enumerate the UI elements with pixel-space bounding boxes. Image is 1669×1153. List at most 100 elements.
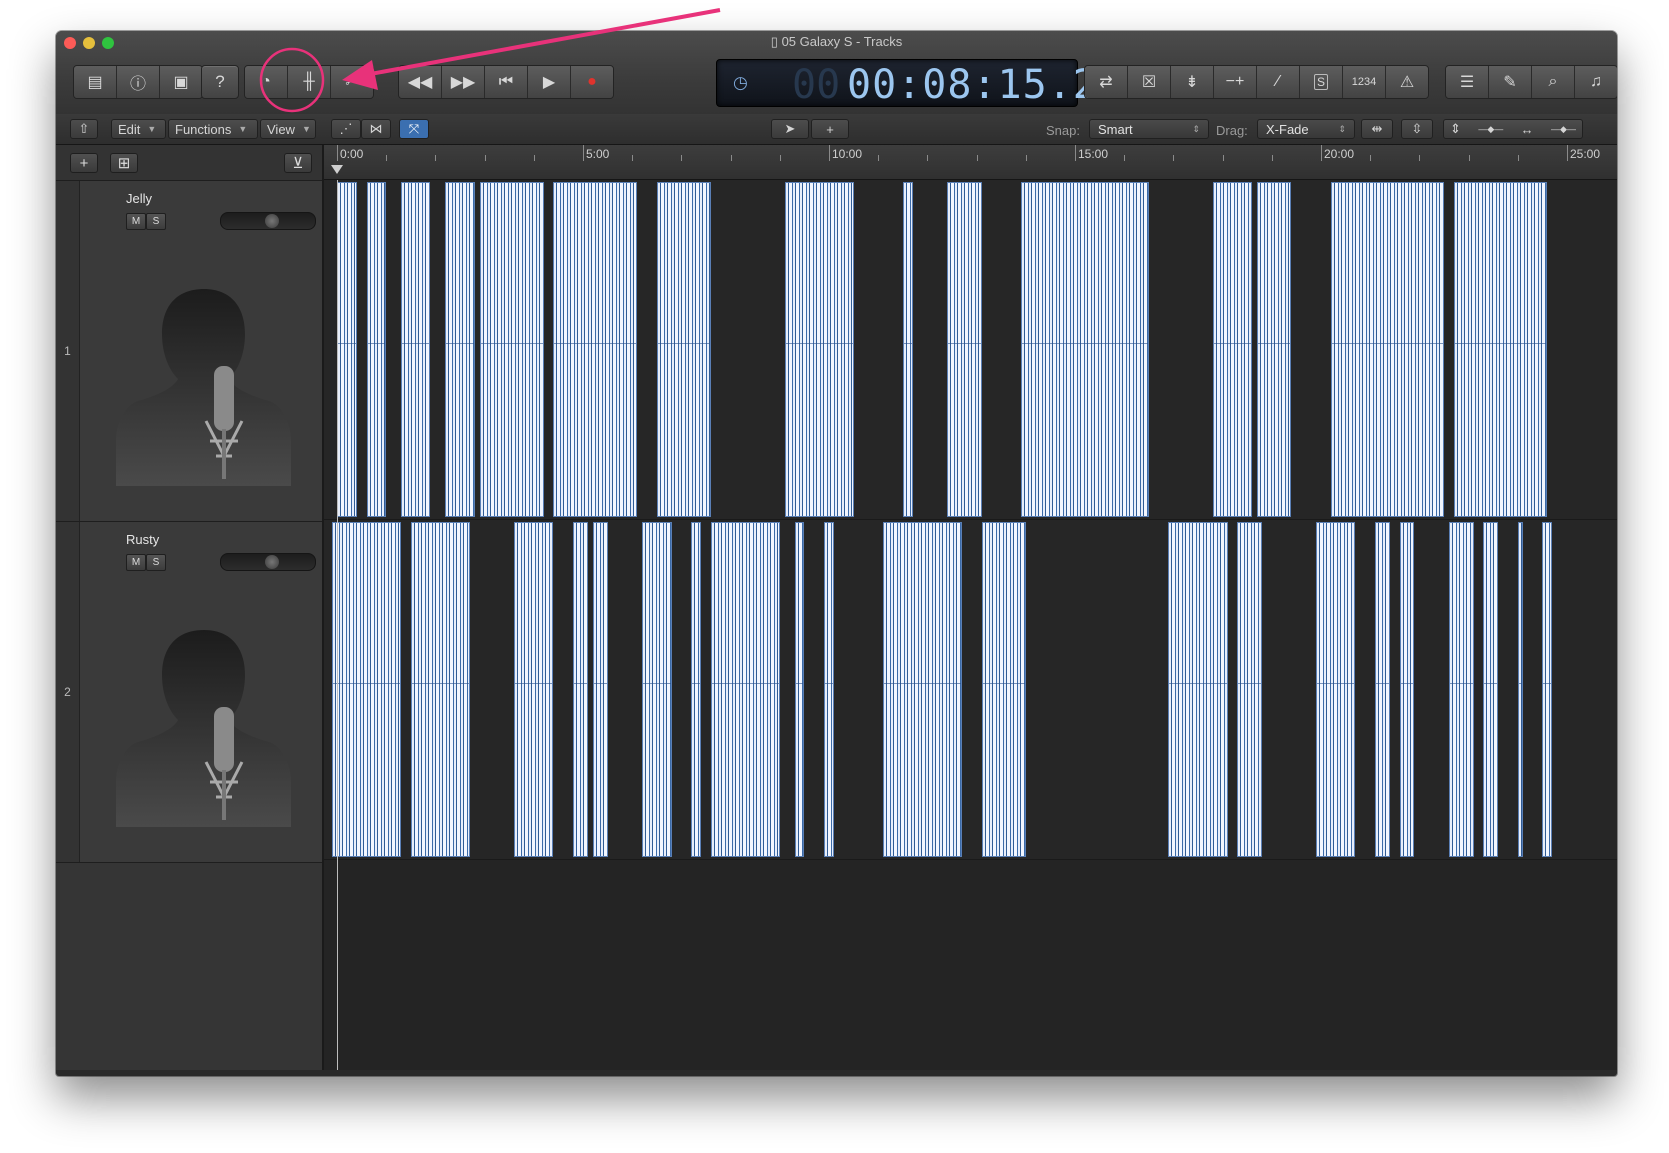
audio-region[interactable] — [794, 522, 805, 857]
mixer-icon[interactable]: ╫ — [288, 66, 331, 98]
audio-region[interactable] — [1448, 522, 1474, 857]
solo-button[interactable]: S — [146, 554, 166, 571]
rewind-icon[interactable]: ◀◀ — [399, 66, 442, 98]
autopunch-icon[interactable]: ☒ — [1128, 66, 1171, 98]
loop-browser-icon[interactable]: ⌕ — [1532, 66, 1575, 98]
record-icon[interactable]: ● — [571, 66, 613, 98]
automation-icon[interactable]: ⋰ — [331, 119, 361, 139]
tuner-icon[interactable]: −+ — [1214, 66, 1257, 98]
smart-controls-icon[interactable]: ◔ — [245, 66, 288, 98]
view-menu[interactable]: View ▼ — [260, 119, 316, 139]
audio-region[interactable] — [691, 522, 702, 857]
audio-region[interactable] — [784, 182, 854, 517]
ruler-minor-tick — [435, 155, 437, 161]
global-tracks-icon[interactable]: ⊻ — [284, 153, 312, 173]
drag-popup[interactable]: X-Fade ⇕ — [1257, 119, 1355, 139]
edit-menu[interactable]: Edit ▼ — [111, 119, 166, 139]
audio-region[interactable] — [1375, 522, 1390, 857]
volume-knob[interactable] — [265, 555, 279, 569]
fast-forward-icon[interactable]: ▶▶ — [442, 66, 485, 98]
audio-region[interactable] — [1020, 182, 1149, 517]
audio-region[interactable] — [1453, 182, 1548, 517]
snap-popup[interactable]: Smart ⇕ — [1089, 119, 1209, 139]
inspector-icon[interactable]: ⓘ — [117, 66, 160, 98]
audio-region[interactable] — [883, 522, 962, 857]
functions-menu[interactable]: Functions ▼ — [168, 119, 258, 139]
view-buttons-group: ▤ ⓘ ▣ — [73, 65, 203, 99]
playhead-line[interactable] — [337, 180, 338, 1070]
audio-region[interactable] — [514, 522, 554, 857]
audio-region[interactable] — [1168, 522, 1228, 857]
audio-region[interactable] — [1517, 522, 1523, 857]
audio-region[interactable] — [981, 522, 1026, 857]
track-lane-1[interactable] — [324, 180, 1617, 520]
pointer-tool-icon[interactable]: ➤ — [771, 119, 809, 139]
library-icon[interactable]: ▤ — [74, 66, 117, 98]
audio-region[interactable] — [445, 182, 475, 517]
add-track-icon[interactable]: + — [70, 153, 98, 173]
audio-region[interactable] — [710, 522, 780, 857]
volume-slider[interactable] — [220, 553, 316, 571]
audio-region[interactable] — [592, 522, 608, 857]
zoom-sliders[interactable]: ⇕ —◆— ↔ —◆— — [1443, 119, 1583, 139]
list-editors-icon[interactable]: ☰ — [1446, 66, 1489, 98]
note-pad-icon[interactable]: ✎ — [1489, 66, 1532, 98]
track-name[interactable]: Jelly — [126, 191, 152, 206]
go-to-beginning-icon[interactable]: ⏮ — [485, 66, 528, 98]
toolbar-icon[interactable]: ▣ — [160, 66, 202, 98]
audio-region[interactable] — [642, 522, 672, 857]
tracks-content[interactable] — [324, 180, 1617, 1070]
mute-button[interactable]: M — [126, 554, 146, 571]
chevron-down-icon: ▼ — [238, 124, 248, 134]
audio-region[interactable] — [332, 522, 401, 857]
track-lane-2[interactable] — [324, 520, 1617, 860]
audio-region[interactable] — [1399, 522, 1415, 857]
crosshair-tool-icon[interactable]: + — [811, 119, 849, 139]
track-header-2[interactable]: 2 Rusty M S — [56, 522, 322, 863]
volume-knob[interactable] — [265, 214, 279, 228]
add-folder-icon[interactable]: ⊞ — [110, 153, 138, 173]
mute-button[interactable]: M — [126, 213, 146, 230]
audio-region[interactable] — [400, 182, 431, 517]
timeline-ruler[interactable]: 0:00 5:00 10:00 15:00 20:00 25:00 — [324, 145, 1617, 180]
audio-region[interactable] — [1316, 522, 1356, 857]
audio-region[interactable] — [1483, 522, 1499, 857]
count-in-icon[interactable]: 1234 — [1343, 66, 1386, 98]
replace-icon[interactable]: ⇟ — [1171, 66, 1214, 98]
track-header-1[interactable]: 1 Jelly M S — [56, 181, 322, 522]
waveform-zoom-icon[interactable]: ⇹ — [1361, 119, 1393, 139]
playhead-marker[interactable] — [331, 165, 343, 174]
play-icon[interactable]: ▶ — [528, 66, 571, 98]
audio-region[interactable] — [366, 182, 387, 517]
audio-region[interactable] — [1542, 522, 1553, 857]
back-icon[interactable]: ⇧ — [70, 119, 98, 139]
audio-region[interactable] — [337, 182, 357, 517]
audio-region[interactable] — [1212, 182, 1253, 517]
lcd-display[interactable]: ◷ 00 00:08:15.20 — [716, 59, 1122, 108]
volume-slider[interactable] — [220, 212, 316, 230]
solo-mode-icon[interactable]: ⁄ — [1257, 66, 1300, 98]
catch-icon[interactable]: ⤧ — [399, 119, 429, 139]
audio-region[interactable] — [656, 182, 711, 517]
vertical-zoom-icon[interactable]: ⇳ — [1401, 119, 1433, 139]
audio-region[interactable] — [553, 182, 638, 517]
flex-icon[interactable]: ⋈ — [361, 119, 391, 139]
audio-region[interactable] — [1330, 182, 1444, 517]
help-icon[interactable]: ? — [201, 65, 239, 99]
audio-region[interactable] — [947, 182, 982, 517]
audio-region[interactable] — [479, 182, 544, 517]
audio-region[interactable] — [1257, 182, 1292, 517]
track-name[interactable]: Rusty — [126, 532, 159, 547]
audio-region[interactable] — [824, 522, 834, 857]
cycle-icon[interactable]: ⇄ — [1085, 66, 1128, 98]
ruler-tick — [1567, 145, 1568, 161]
audio-region[interactable] — [902, 182, 913, 517]
media-browser-icon[interactable]: ♫ — [1575, 66, 1617, 98]
solo-button[interactable]: S — [146, 213, 166, 230]
metronome-icon[interactable]: ⚠ — [1386, 66, 1428, 98]
audio-region[interactable] — [410, 522, 470, 857]
audio-region[interactable] — [1237, 522, 1262, 857]
audio-region[interactable] — [573, 522, 588, 857]
solo-icon[interactable]: S — [1300, 66, 1343, 98]
editors-icon[interactable]: ✂ — [331, 66, 373, 98]
